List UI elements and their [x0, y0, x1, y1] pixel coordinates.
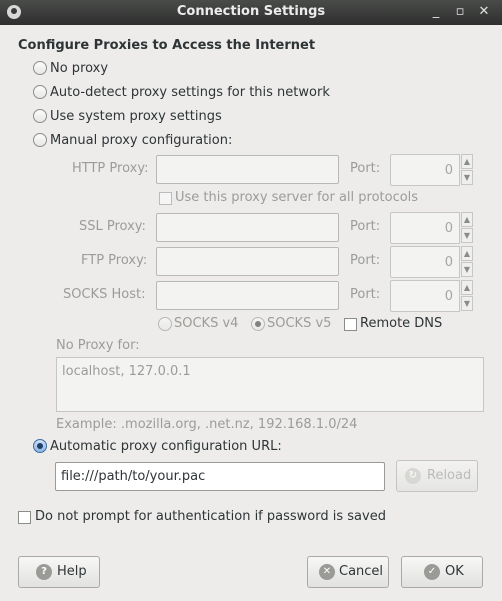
spin-up-icon[interactable]: ▲	[461, 212, 473, 227]
spin-down-icon[interactable]: ▼	[461, 262, 473, 277]
use-all-protocols-label[interactable]: Use this proxy server for all protocols	[175, 190, 418, 205]
spin-down-icon[interactable]: ▼	[461, 228, 473, 243]
section-title: Configure Proxies to Access the Internet	[18, 38, 316, 53]
socks-host-input[interactable]	[156, 281, 339, 310]
auto-url-input[interactable]: file:///path/to/your.pac	[55, 462, 385, 491]
ok-button[interactable]: ✓ OK	[401, 556, 483, 588]
auto-detect-label[interactable]: Auto-detect proxy settings for this netw…	[50, 85, 330, 100]
cancel-button[interactable]: ✕ Cancel	[307, 556, 389, 588]
cancel-icon: ✕	[319, 564, 335, 580]
use-all-protocols-checkbox[interactable]	[159, 192, 172, 205]
maximize-icon[interactable]: ▫	[452, 4, 468, 20]
help-button[interactable]: ? Help	[18, 556, 100, 588]
socks-port-stepper[interactable]: 0 ▲ ▼	[390, 280, 474, 312]
no-proxy-textarea[interactable]: localhost, 127.0.0.1	[56, 357, 484, 412]
http-port-stepper[interactable]: 0 ▲ ▼	[390, 154, 474, 186]
help-icon: ?	[36, 564, 52, 580]
auto-detect-radio[interactable]	[33, 85, 47, 99]
ssl-port-value: 0	[444, 221, 453, 236]
no-prompt-checkbox[interactable]	[18, 511, 31, 524]
http-proxy-input[interactable]	[156, 155, 339, 184]
ssl-proxy-input[interactable]	[156, 213, 339, 242]
close-icon[interactable]: ✕	[476, 4, 492, 20]
socks-v5-radio[interactable]	[251, 317, 265, 331]
socks-port-value: 0	[444, 289, 453, 304]
socks-v4-radio[interactable]	[158, 317, 172, 331]
reload-label: Reload	[427, 468, 472, 483]
ssl-proxy-label: SSL Proxy:	[79, 219, 146, 234]
auto-url-value: file:///path/to/your.pac	[61, 469, 206, 484]
no-proxy-example: Example: .mozilla.org, .net.nz, 192.168.…	[56, 417, 358, 432]
title-bar: Connection Settings _ ▫ ✕	[0, 0, 502, 25]
ok-label: OK	[445, 564, 464, 579]
socks-host-label: SOCKS Host:	[63, 287, 146, 302]
spin-up-icon[interactable]: ▲	[461, 154, 473, 169]
ssl-port-label: Port:	[350, 219, 381, 234]
auto-url-label[interactable]: Automatic proxy configuration URL:	[50, 439, 282, 454]
spin-down-icon[interactable]: ▼	[461, 170, 473, 185]
manual-proxy-label[interactable]: Manual proxy configuration:	[50, 133, 232, 148]
manual-proxy-radio[interactable]	[33, 133, 47, 147]
system-proxy-label[interactable]: Use system proxy settings	[50, 109, 222, 124]
ftp-proxy-label: FTP Proxy:	[81, 253, 148, 268]
ftp-port-label: Port:	[350, 253, 381, 268]
reload-button[interactable]: ↻ Reload	[396, 460, 478, 492]
no-proxy-label[interactable]: No proxy	[50, 61, 108, 76]
auto-url-radio[interactable]	[33, 439, 47, 453]
cancel-label: Cancel	[339, 564, 384, 579]
help-label: Help	[57, 564, 87, 579]
remote-dns-label[interactable]: Remote DNS	[360, 316, 442, 331]
reload-icon: ↻	[405, 468, 421, 484]
ssl-port-stepper[interactable]: 0 ▲ ▼	[390, 212, 474, 244]
http-port-value: 0	[444, 163, 453, 178]
http-proxy-label: HTTP Proxy:	[72, 161, 149, 176]
system-proxy-radio[interactable]	[33, 109, 47, 123]
ftp-port-value: 0	[444, 255, 453, 270]
ftp-port-stepper[interactable]: 0 ▲ ▼	[390, 246, 474, 278]
socks-v4-label[interactable]: SOCKS v4	[174, 316, 238, 331]
http-port-label: Port:	[350, 161, 381, 176]
spin-up-icon[interactable]: ▲	[461, 246, 473, 261]
socks-v5-label[interactable]: SOCKS v5	[267, 316, 331, 331]
ok-icon: ✓	[424, 564, 440, 580]
no-proxy-for-label: No Proxy for:	[56, 338, 140, 353]
minimize-icon[interactable]: _	[428, 4, 444, 20]
socks-port-label: Port:	[350, 287, 381, 302]
no-proxy-value: localhost, 127.0.0.1	[62, 364, 191, 379]
no-prompt-label[interactable]: Do not prompt for authentication if pass…	[35, 509, 386, 524]
window-title: Connection Settings	[176, 4, 326, 19]
no-proxy-radio[interactable]	[33, 61, 47, 75]
remote-dns-checkbox[interactable]	[344, 318, 357, 331]
spin-down-icon[interactable]: ▼	[461, 296, 473, 311]
spin-up-icon[interactable]: ▲	[461, 280, 473, 295]
ftp-proxy-input[interactable]	[156, 247, 339, 276]
